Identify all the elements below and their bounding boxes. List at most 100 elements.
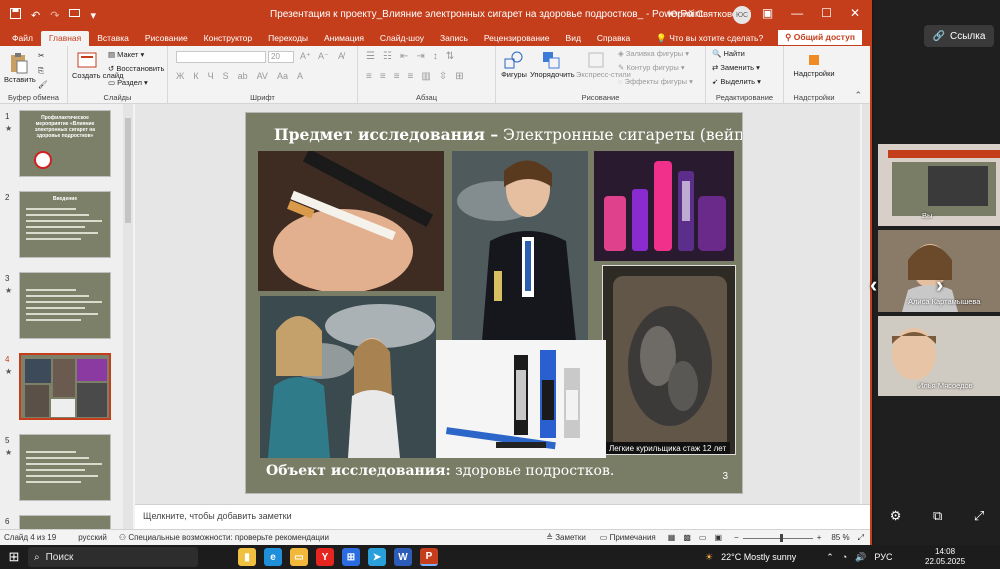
slide-sorter-icon[interactable]: ▩ <box>683 533 691 542</box>
font-style-button-1[interactable]: К <box>193 71 198 81</box>
language-indicator[interactable]: русский <box>78 533 107 542</box>
input-language[interactable]: РУС <box>874 552 892 562</box>
replace-button[interactable]: ⇄ Заменить ▾ <box>712 63 760 72</box>
cut-icon[interactable]: ✂ <box>38 51 44 60</box>
weather-text[interactable]: 22°C Mostly sunny <box>721 552 796 562</box>
tab-10[interactable]: Вид <box>558 31 589 46</box>
avatar[interactable]: ЮС <box>733 6 751 24</box>
accessibility-status[interactable]: ⚇ Специальные возможности: проверьте рек… <box>119 533 329 542</box>
windows-start-icon[interactable]: ⊞ <box>0 549 28 565</box>
slide-thumbnail[interactable]: Введение <box>19 191 111 258</box>
taskbar-clock[interactable]: 14:08 22.05.2025 <box>925 547 965 567</box>
align-right-icon[interactable]: ≡ <box>394 71 400 82</box>
indent-decrease-icon[interactable]: ⇤ <box>400 51 408 62</box>
tray-overflow-icon[interactable]: ⌃ <box>826 552 834 563</box>
font-name-field[interactable] <box>176 51 266 63</box>
scrollbar-thumb[interactable] <box>125 118 131 223</box>
notes-toggle[interactable]: ≜ Заметки <box>546 533 586 542</box>
chevron-left-icon[interactable]: ‹ <box>870 272 877 298</box>
font-style-button-6[interactable]: Aa <box>277 71 288 81</box>
telegram-icon[interactable]: ➤ <box>368 548 386 566</box>
minimize-icon[interactable]: — <box>791 6 803 20</box>
numbering-icon[interactable]: ☷ <box>383 51 392 62</box>
taskbar-search[interactable]: ⌕ Поиск <box>28 547 198 567</box>
section-button[interactable]: ▭ Раздел ▾ <box>108 78 148 87</box>
zoom-level[interactable]: 85 % <box>831 533 849 542</box>
addins-button[interactable]: Надстройки <box>790 52 838 78</box>
bullets-icon[interactable]: ☰ <box>366 51 375 62</box>
participant-tile-alisa[interactable]: Алиса Картамышева <box>878 230 1000 312</box>
text-direction-icon[interactable]: ⇅ <box>446 51 454 62</box>
font-style-button-2[interactable]: Ч <box>208 71 214 81</box>
slide-scrollbar[interactable] <box>862 104 870 504</box>
slideshow-icon[interactable]: ▣ <box>714 533 722 542</box>
format-painter-icon[interactable]: 🖌 <box>38 80 48 89</box>
slide-thumbnail[interactable]: Профилактическое мероприятие «Влияние эл… <box>19 110 111 177</box>
tab-3[interactable]: Рисование <box>137 31 196 46</box>
align-center-icon[interactable]: ≡ <box>380 71 386 82</box>
vape-kits-photo[interactable] <box>436 340 606 458</box>
quick-styles-button[interactable]: Экспресс-стили <box>576 51 631 79</box>
close-icon[interactable]: ✕ <box>850 6 860 20</box>
undo-icon[interactable]: ↶ <box>31 9 40 22</box>
young-man-vaping-photo[interactable] <box>452 151 588 341</box>
powerpoint-icon[interactable]: P <box>420 548 438 566</box>
paste-button[interactable]: Вставить <box>4 52 36 84</box>
save-icon[interactable] <box>10 8 21 22</box>
copy-link-button[interactable]: 🔗 Ссылка <box>924 25 994 47</box>
participant-tile-self[interactable]: Вы <box>878 144 1000 226</box>
fullscreen-icon[interactable]: ⤢ <box>974 508 984 524</box>
collapse-ribbon-icon[interactable]: ⌃ <box>854 90 862 101</box>
tab-5[interactable]: Переходы <box>260 31 316 46</box>
thumbnail-row[interactable]: 5 ★ <box>0 432 120 504</box>
comments-toggle[interactable]: ▭ Примечания <box>600 533 656 542</box>
shape-effects-button[interactable]: ◌ Эффекты фигуры ▾ <box>618 77 693 86</box>
customize-toolbar-icon[interactable]: ▾ <box>90 9 96 22</box>
settings-icon[interactable]: ⚙ <box>890 508 902 524</box>
zoom-slider-thumb[interactable] <box>779 533 783 542</box>
slide-footer-text[interactable]: Объект исследования: здоровье подростков… <box>266 463 614 479</box>
tab-7[interactable]: Слайд-шоу <box>372 31 432 46</box>
word-icon[interactable]: W <box>394 548 412 566</box>
zoom-out-icon[interactable]: − <box>734 533 739 542</box>
normal-view-icon[interactable]: ▦ <box>668 533 676 542</box>
new-slide-button[interactable]: Создать слайд <box>72 52 123 80</box>
share-button[interactable]: ⚲ Общий доступ <box>778 30 862 45</box>
columns-icon[interactable]: ▥ <box>421 71 430 82</box>
tab-4[interactable]: Конструктор <box>196 31 260 46</box>
vape-devices-photo[interactable] <box>594 151 734 261</box>
tab-6[interactable]: Анимация <box>316 31 372 46</box>
line-spacing-icon[interactable]: ↕ <box>433 51 438 62</box>
font-style-button-7[interactable]: A <box>297 71 303 81</box>
shape-outline-button[interactable]: ✎ Контур фигуры ▾ <box>618 63 685 72</box>
slide-thumbnail[interactable] <box>19 272 111 339</box>
grow-font-icon[interactable]: A⁺ <box>300 51 311 62</box>
smoker-lung-photo[interactable]: Легкие курильщика стаж 12 лет <box>602 265 736 455</box>
yandex-icon[interactable]: Y <box>316 548 334 566</box>
indent-increase-icon[interactable]: ⇥ <box>416 51 424 62</box>
select-button[interactable]: ➹ Выделить ▾ <box>712 77 761 86</box>
zoom-in-icon[interactable]: + <box>817 533 822 542</box>
arrange-button[interactable]: Упорядочить <box>530 51 575 79</box>
thumbnail-scrollbar[interactable] <box>123 104 133 529</box>
tab-2[interactable]: Вставка <box>89 31 137 46</box>
copy-icon[interactable]: ⎘ <box>38 66 44 76</box>
store-icon[interactable]: ⊞ <box>342 548 360 566</box>
tab-9[interactable]: Рецензирование <box>476 31 558 46</box>
maximize-icon[interactable]: ☐ <box>821 6 832 20</box>
font-style-button-3[interactable]: S <box>223 71 229 81</box>
reset-button[interactable]: ↺ Восстановить <box>108 64 164 73</box>
shrink-font-icon[interactable]: A⁻ <box>318 51 329 62</box>
thumbnail-row[interactable]: 2 Введение <box>0 189 120 261</box>
current-slide[interactable]: Предмет исследования – Электронные сигар… <box>245 112 743 494</box>
tab-8[interactable]: Запись <box>432 31 476 46</box>
chevron-right-icon[interactable]: › <box>936 272 943 298</box>
ribbon-display-icon[interactable]: ▣ <box>762 6 773 20</box>
reading-view-icon[interactable]: ▭ <box>699 533 707 542</box>
align-text-icon[interactable]: ⇳ <box>439 71 447 82</box>
young-women-vaping-photo[interactable] <box>260 296 436 458</box>
files-icon[interactable]: ▭ <box>290 548 308 566</box>
ecig-hand-photo[interactable] <box>258 151 444 291</box>
font-style-button-4[interactable]: ab <box>238 71 248 81</box>
shape-fill-button[interactable]: ◈ Заливка фигуры ▾ <box>618 49 689 58</box>
